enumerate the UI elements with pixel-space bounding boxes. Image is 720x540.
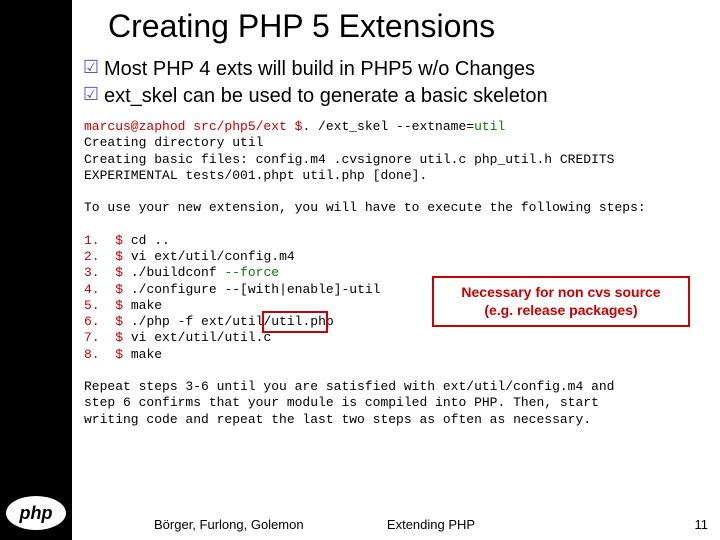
step-num: 8. xyxy=(84,347,100,362)
bullet-item: ☑ ext_skel can be used to generate a bas… xyxy=(78,84,720,109)
step-ps: $ xyxy=(115,265,123,280)
step-num: 7. xyxy=(84,330,100,345)
repeat-text: Repeat steps 3-6 until you are satisfied… xyxy=(84,379,615,427)
step-ps: $ xyxy=(115,347,123,362)
checkmark-icon: ☑ xyxy=(78,57,104,78)
step-cmd: vi ext/util/config.m4 xyxy=(131,249,295,264)
step-num: 5. xyxy=(84,298,100,313)
sidebar: php xyxy=(0,0,72,540)
cmd-text: . /ext_skel --extname= xyxy=(302,119,474,134)
step-cmd: ./configure --[with|enable]-util xyxy=(131,282,381,297)
step-ps: $ xyxy=(115,330,123,345)
instruction-text: To use your new extension, you will have… xyxy=(84,200,646,215)
slide: php Creating PHP 5 Extensions ☑ Most PHP… xyxy=(0,0,720,540)
php-logo: php xyxy=(6,496,66,530)
step-cmd: make xyxy=(131,347,162,362)
output-text: Creating directory util Creating basic f… xyxy=(84,135,615,183)
step-cmd: make xyxy=(131,298,162,313)
step-num: 3. xyxy=(84,265,100,280)
footer-authors: Börger, Furlong, Golemon xyxy=(154,517,304,532)
step-flag: --force xyxy=(224,265,279,280)
step-cmd: vi ext/util/util.c xyxy=(131,330,271,345)
step-ps: $ xyxy=(115,249,123,264)
bullet-text: ext_skel can be used to generate a basic… xyxy=(104,84,548,109)
arg-text: util xyxy=(474,119,505,134)
checkmark-icon: ☑ xyxy=(78,84,104,105)
callout-line: Necessary for non cvs source xyxy=(442,284,680,302)
step-num: 1. xyxy=(84,233,100,248)
code-block-1: marcus@zaphod src/php5/ext $. /ext_skel … xyxy=(72,111,720,432)
step-num: 2. xyxy=(84,249,100,264)
callout-box: Necessary for non cvs source (e.g. relea… xyxy=(432,276,690,327)
callout-line: (e.g. release packages) xyxy=(442,302,680,320)
step-ps: $ xyxy=(115,233,123,248)
footer-page-number: 11 xyxy=(695,517,709,532)
slide-title: Creating PHP 5 Extensions xyxy=(72,0,720,57)
bullet-text: Most PHP 4 exts will build in PHP5 w/o C… xyxy=(104,57,535,82)
content: Creating PHP 5 Extensions ☑ Most PHP 4 e… xyxy=(72,0,720,540)
prompt-text: marcus@zaphod src/php5/ext $ xyxy=(84,119,302,134)
step-num: 6. xyxy=(84,314,100,329)
footer: Börger, Furlong, Golemon Extending PHP 1… xyxy=(154,517,708,532)
bullet-list: ☑ Most PHP 4 exts will build in PHP5 w/o… xyxy=(72,57,720,109)
step-ps: $ xyxy=(115,298,123,313)
step-cmd: ./buildconf xyxy=(131,265,225,280)
step-ps: $ xyxy=(115,282,123,297)
step-ps: $ xyxy=(115,314,123,329)
step-num: 4. xyxy=(84,282,100,297)
bullet-item: ☑ Most PHP 4 exts will build in PHP5 w/o… xyxy=(78,57,720,82)
highlight-box-force xyxy=(262,311,328,333)
step-cmd: cd .. xyxy=(131,233,170,248)
